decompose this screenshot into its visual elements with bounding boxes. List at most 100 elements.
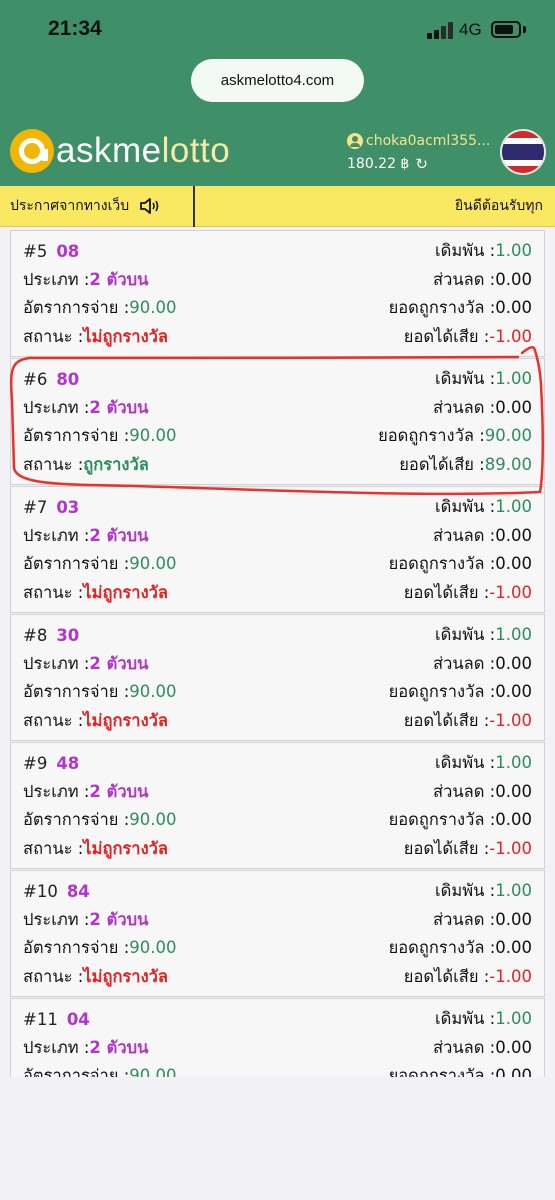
- net-label: ยอดได้เสีย :: [403, 326, 490, 346]
- network-type: 4G: [459, 20, 482, 39]
- prize-value: 0.00: [495, 938, 532, 958]
- stake-value: 1.00: [495, 753, 532, 773]
- rate-value: 90.00: [129, 554, 177, 574]
- discount-value: 0.00: [495, 1037, 532, 1057]
- app-screen: 21:34 4G askmelotto4.com askmelotto chok…: [0, 0, 555, 1200]
- rate-value: 90.00: [129, 682, 177, 702]
- logo-text: askmelotto: [56, 131, 231, 170]
- status-label: สถานะ :: [23, 582, 84, 602]
- bet-row-4: สถานะ : ไม่ถูกรางวัล ยอดได้เสีย : -1.00: [23, 835, 532, 864]
- type-value: 2 ตัวบน: [89, 909, 149, 929]
- bet-card[interactable]: #6 80 เดิมพัน : 1.00 ประเภท : 2 ตัวบน ส่วนลด…: [10, 358, 545, 485]
- thai-flag-icon[interactable]: [500, 129, 546, 175]
- refresh-icon[interactable]: ↻: [415, 155, 428, 173]
- stake-value: 1.00: [495, 369, 532, 389]
- net-value: -1.00: [489, 966, 532, 986]
- bet-row-1: #7 03 เดิมพัน : 1.00: [23, 493, 532, 522]
- user-icon: [347, 133, 363, 149]
- bet-card[interactable]: #8 30 เดิมพัน : 1.00 ประเภท : 2 ตัวบน ส่วนลด…: [10, 614, 545, 741]
- stake-value: 1.00: [495, 881, 532, 901]
- rate-value: 90.00: [129, 810, 177, 830]
- rate-label: อัตราการจ่าย :: [23, 426, 130, 446]
- battery-icon: [491, 21, 521, 38]
- type-label: ประเภท :: [23, 653, 90, 673]
- rate-value: 90.00: [129, 1066, 177, 1077]
- bet-row-4: สถานะ : ไม่ถูกรางวัล ยอดได้เสีย : -1.00: [23, 323, 532, 352]
- bet-row-4: สถานะ : ไม่ถูกรางวัล ยอดได้เสีย : -1.00: [23, 963, 532, 992]
- status-value: ไม่ถูกรางวัล: [83, 710, 168, 730]
- type-label: ประเภท :: [23, 525, 90, 545]
- bet-row-3: อัตราการจ่าย : 90.00 ยอดถูกรางวัล : 0.00: [23, 678, 532, 707]
- rate-value: 90.00: [129, 426, 177, 446]
- prize-label: ยอดถูกรางวัล :: [388, 298, 496, 318]
- bet-card[interactable]: #5 08 เดิมพัน : 1.00 ประเภท : 2 ตัวบน ส่วนลด…: [10, 230, 545, 357]
- status-time: 21:34: [48, 17, 102, 40]
- username: choka0acml355...: [366, 133, 491, 149]
- type-value: 2 ตัวบน: [89, 525, 149, 545]
- stake-label: เดิมพัน :: [435, 625, 496, 645]
- bet-card[interactable]: #9 48 เดิมพัน : 1.00 ประเภท : 2 ตัวบน ส่วนลด…: [10, 742, 545, 869]
- net-label: ยอดได้เสีย :: [403, 966, 490, 986]
- bet-index: #7: [23, 497, 48, 517]
- bet-row-2: ประเภท : 2 ตัวบน ส่วนลด : 0.00: [23, 650, 532, 679]
- rate-value: 90.00: [129, 298, 177, 318]
- site-logo[interactable]: askmelotto: [10, 128, 230, 174]
- net-label: ยอดได้เสีย :: [403, 710, 490, 730]
- bet-index: #8: [23, 625, 48, 645]
- status-value: ถูกรางวัล: [83, 454, 149, 474]
- speaker-icon[interactable]: [139, 197, 161, 215]
- prize-value: 90.00: [484, 426, 532, 446]
- type-value: 2 ตัวบน: [89, 1037, 149, 1057]
- rate-label: อัตราการจ่าย :: [23, 298, 130, 318]
- header-area: 21:34 4G askmelotto4.com askmelotto chok…: [0, 0, 555, 186]
- status-label: สถานะ :: [23, 838, 84, 858]
- net-value: -1.00: [489, 582, 532, 602]
- signal-icon: [427, 22, 453, 39]
- net-value: -1.00: [489, 710, 532, 730]
- bet-row-4: สถานะ : ไม่ถูกรางวัล ยอดได้เสีย : -1.00: [23, 579, 532, 608]
- prize-value: 0.00: [495, 682, 532, 702]
- net-value: -1.00: [489, 838, 532, 858]
- stake-value: 1.00: [495, 625, 532, 645]
- prize-label: ยอดถูกรางวัล :: [378, 426, 485, 446]
- type-value: 2 ตัวบน: [89, 653, 149, 673]
- bet-index: #9: [23, 753, 48, 773]
- url-bar[interactable]: askmelotto4.com: [191, 59, 364, 102]
- net-label: ยอดได้เสีย :: [403, 838, 490, 858]
- status-value: ไม่ถูกรางวัล: [83, 582, 168, 602]
- discount-label: ส่วนลด :: [433, 1037, 496, 1057]
- announcement-label-box: ประกาศจากทางเว็บ: [0, 185, 195, 227]
- status-label: สถานะ :: [23, 326, 84, 346]
- type-label: ประเภท :: [23, 909, 90, 929]
- bet-card[interactable]: #10 84 เดิมพัน : 1.00 ประเภท : 2 ตัวบน ส่วนล…: [10, 870, 545, 997]
- discount-value: 0.00: [495, 397, 532, 417]
- stake-label: เดิมพัน :: [435, 753, 496, 773]
- bet-row-3: อัตราการจ่าย : 90.00 ยอดถูกรางวัล : 90.00: [23, 422, 532, 451]
- bet-row-2: ประเภท : 2 ตัวบน ส่วนลด : 0.00: [23, 522, 532, 551]
- discount-label: ส่วนลด :: [433, 525, 496, 545]
- stake-value: 1.00: [495, 1009, 532, 1029]
- bet-index: #11: [23, 1009, 58, 1029]
- announcement-label: ประกาศจากทางเว็บ: [10, 198, 130, 214]
- bet-row-1: #6 80 เดิมพัน : 1.00: [23, 365, 532, 394]
- bet-card[interactable]: #11 04 เดิมพัน : 1.00 ประเภท : 2 ตัวบน ส่วนล…: [10, 998, 545, 1077]
- bet-row-3: อัตราการจ่าย : 90.00 ยอดถูกรางวัล : 0.00: [23, 1062, 532, 1077]
- discount-value: 0.00: [495, 653, 532, 673]
- bet-number: 08: [56, 241, 80, 261]
- user-row[interactable]: choka0acml355...: [347, 133, 492, 149]
- url-text: askmelotto4.com: [220, 72, 335, 89]
- bet-number: 04: [66, 1009, 90, 1029]
- discount-label: ส่วนลด :: [433, 397, 496, 417]
- bet-card[interactable]: #7 03 เดิมพัน : 1.00 ประเภท : 2 ตัวบน ส่วนลด…: [10, 486, 545, 613]
- rate-label: อัตราการจ่าย :: [23, 938, 130, 958]
- logo-a-icon: [10, 129, 54, 173]
- type-value: 2 ตัวบน: [89, 269, 149, 289]
- user-info: choka0acml355... 180.22 ฿ ↻: [347, 133, 492, 173]
- prize-label: ยอดถูกรางวัล :: [388, 554, 496, 574]
- discount-value: 0.00: [495, 525, 532, 545]
- discount-label: ส่วนลด :: [433, 653, 496, 673]
- bet-index: #5: [23, 241, 48, 261]
- bet-number: 03: [56, 497, 80, 517]
- bet-list[interactable]: #5 08 เดิมพัน : 1.00 ประเภท : 2 ตัวบน ส่วนลด…: [10, 229, 545, 1077]
- status-label: สถานะ :: [23, 966, 84, 986]
